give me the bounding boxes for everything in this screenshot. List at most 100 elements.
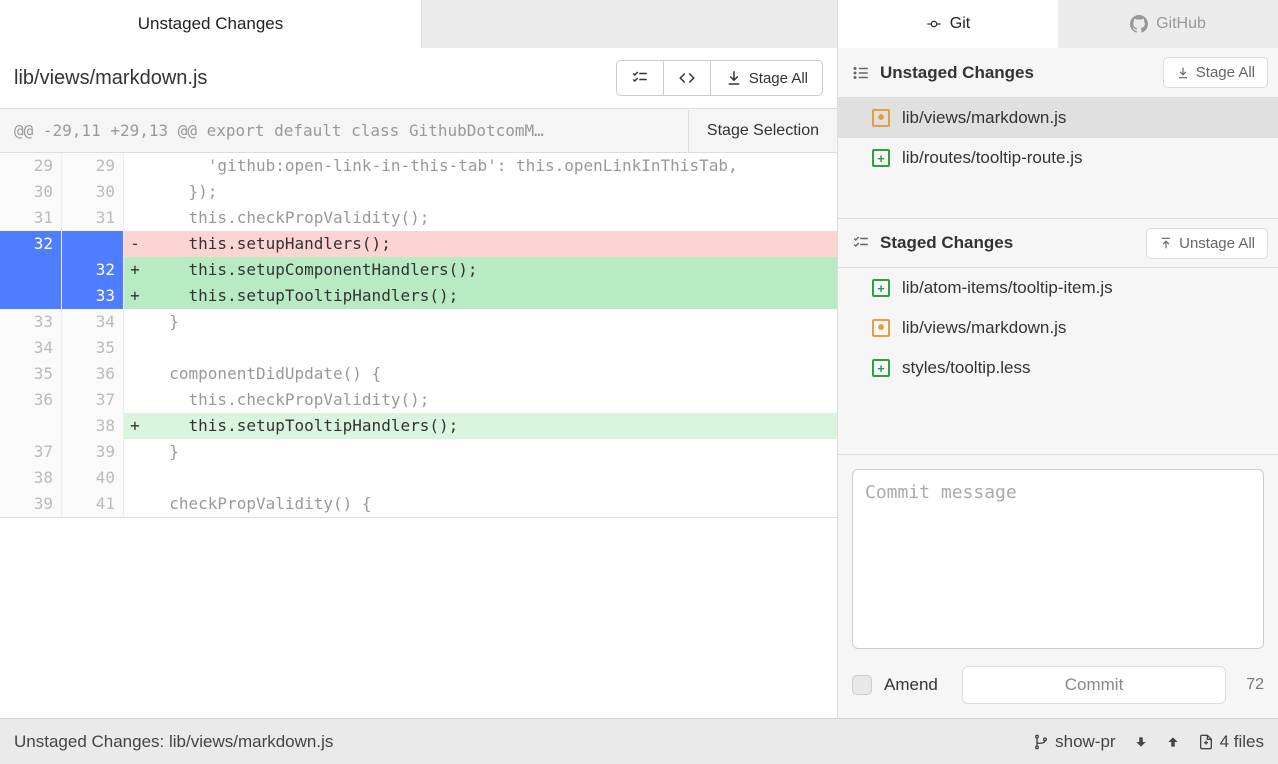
list-check-icon bbox=[631, 69, 649, 87]
diff-marker: - bbox=[124, 231, 146, 257]
tab-empty bbox=[422, 0, 837, 48]
toggle-hunk-mode-button[interactable] bbox=[616, 60, 664, 96]
gutter-new: 37 bbox=[62, 387, 124, 413]
file-item[interactable]: lib/views/markdown.js bbox=[838, 308, 1278, 348]
stage-all-side-label: Stage All bbox=[1196, 64, 1255, 81]
diff-marker bbox=[124, 439, 146, 465]
gutter-old: 39 bbox=[0, 491, 62, 517]
commit-button[interactable]: Commit bbox=[962, 666, 1226, 704]
diff-line[interactable]: 3941 checkPropValidity() { bbox=[0, 491, 837, 517]
diff-line[interactable]: 3739 } bbox=[0, 439, 837, 465]
diff-marker: + bbox=[124, 257, 146, 283]
tab-git[interactable]: Git bbox=[838, 0, 1058, 48]
modified-icon bbox=[872, 319, 890, 337]
diff-line[interactable]: 3840 bbox=[0, 465, 837, 491]
gutter-old bbox=[0, 283, 62, 309]
diff-marker bbox=[124, 491, 146, 517]
diff-code bbox=[146, 335, 837, 361]
tab-unstaged-changes[interactable]: Unstaged Changes bbox=[0, 0, 422, 48]
file-path-label: lib/views/markdown.js bbox=[902, 108, 1066, 128]
file-item[interactable]: lib/routes/tooltip-route.js bbox=[838, 138, 1278, 178]
diff-marker bbox=[124, 309, 146, 335]
diff-code: } bbox=[146, 309, 837, 335]
diff-line[interactable]: 3030 }); bbox=[0, 179, 837, 205]
file-item[interactable]: lib/views/markdown.js bbox=[838, 98, 1278, 138]
status-push[interactable] bbox=[1166, 735, 1180, 749]
diff-view[interactable]: 2929 'github:open-link-in-this-tab': thi… bbox=[0, 153, 837, 518]
code-icon bbox=[678, 69, 696, 87]
arrow-down-icon bbox=[1134, 735, 1148, 749]
download-icon bbox=[725, 69, 743, 87]
diff-code: this.setupTooltipHandlers(); bbox=[146, 283, 837, 309]
diff-marker bbox=[124, 465, 146, 491]
git-branch-icon bbox=[1033, 734, 1049, 750]
gutter-new: 39 bbox=[62, 439, 124, 465]
diff-line[interactable]: 32+ this.setupComponentHandlers(); bbox=[0, 257, 837, 283]
tab-label: Unstaged Changes bbox=[138, 14, 284, 34]
gutter-old bbox=[0, 257, 62, 283]
status-left-text: Unstaged Changes: lib/views/markdown.js bbox=[14, 732, 333, 752]
tab-git-label: Git bbox=[950, 15, 970, 33]
gutter-old: 29 bbox=[0, 153, 62, 179]
diff-marker: + bbox=[124, 413, 146, 439]
diff-code: } bbox=[146, 439, 837, 465]
added-icon bbox=[872, 359, 890, 377]
modified-icon bbox=[872, 109, 890, 127]
diff-marker bbox=[124, 335, 146, 361]
gutter-new: 40 bbox=[62, 465, 124, 491]
gutter-old: 37 bbox=[0, 439, 62, 465]
diff-code: }); bbox=[146, 179, 837, 205]
diff-line[interactable]: 2929 'github:open-link-in-this-tab': thi… bbox=[0, 153, 837, 179]
gutter-new: 38 bbox=[62, 413, 124, 439]
file-item[interactable]: styles/tooltip.less bbox=[838, 348, 1278, 388]
diff-line[interactable]: 33+ this.setupTooltipHandlers(); bbox=[0, 283, 837, 309]
unstage-all-button[interactable]: Unstage All bbox=[1146, 228, 1268, 259]
staged-file-list: lib/atom-items/tooltip-item.js lib/views/… bbox=[838, 268, 1278, 388]
staged-title: Staged Changes bbox=[880, 233, 1013, 253]
upload-icon bbox=[1159, 236, 1173, 250]
diff-line[interactable]: 38+ this.setupTooltipHandlers(); bbox=[0, 413, 837, 439]
diff-code: this.checkPropValidity(); bbox=[146, 205, 837, 231]
unstaged-file-list: lib/views/markdown.js lib/routes/tooltip-… bbox=[838, 98, 1278, 178]
diff-line[interactable]: 32- this.setupHandlers(); bbox=[0, 231, 837, 257]
stage-all-side-button[interactable]: Stage All bbox=[1163, 57, 1268, 88]
amend-checkbox[interactable] bbox=[852, 675, 872, 695]
gutter-new bbox=[62, 231, 124, 257]
file-path-label: lib/routes/tooltip-route.js bbox=[902, 148, 1082, 168]
diff-code: this.setupHandlers(); bbox=[146, 231, 837, 257]
gutter-old: 30 bbox=[0, 179, 62, 205]
file-item[interactable]: lib/atom-items/tooltip-item.js bbox=[838, 268, 1278, 308]
commit-message-input[interactable] bbox=[852, 469, 1264, 649]
diff-line[interactable]: 3131 this.checkPropValidity(); bbox=[0, 205, 837, 231]
stage-selection-button[interactable]: Stage Selection bbox=[688, 110, 837, 152]
amend-label: Amend bbox=[884, 675, 938, 695]
diff-marker bbox=[124, 387, 146, 413]
gutter-old: 33 bbox=[0, 309, 62, 335]
diff-code: this.setupComponentHandlers(); bbox=[146, 257, 837, 283]
stage-all-button[interactable]: Stage All bbox=[710, 60, 823, 96]
diff-line[interactable]: 3536 componentDidUpdate() { bbox=[0, 361, 837, 387]
git-commit-icon bbox=[926, 16, 942, 32]
diff-file-path: lib/views/markdown.js bbox=[14, 67, 207, 90]
gutter-old: 36 bbox=[0, 387, 62, 413]
diff-marker bbox=[124, 205, 146, 231]
status-branch[interactable]: show-pr bbox=[1033, 732, 1115, 752]
diff-marker bbox=[124, 153, 146, 179]
tab-github[interactable]: GitHub bbox=[1058, 0, 1278, 48]
diff-line[interactable]: 3334 } bbox=[0, 309, 837, 335]
file-path-label: lib/views/markdown.js bbox=[902, 318, 1066, 338]
status-files[interactable]: 4 files bbox=[1198, 732, 1264, 752]
gutter-old: 34 bbox=[0, 335, 62, 361]
diff-line[interactable]: 3435 bbox=[0, 335, 837, 361]
list-icon bbox=[852, 64, 870, 82]
diff-marker bbox=[124, 361, 146, 387]
diff-marker: + bbox=[124, 283, 146, 309]
file-diff-icon bbox=[1198, 734, 1214, 750]
hunk-header-text: @@ -29,11 +29,13 @@ export default class… bbox=[0, 109, 688, 152]
status-pull[interactable] bbox=[1134, 735, 1148, 749]
diff-line[interactable]: 3637 this.checkPropValidity(); bbox=[0, 387, 837, 413]
file-path-label: lib/atom-items/tooltip-item.js bbox=[902, 278, 1113, 298]
checklist-icon bbox=[852, 234, 870, 252]
toggle-diff-view-button[interactable] bbox=[663, 60, 711, 96]
char-count: 72 bbox=[1246, 676, 1264, 694]
